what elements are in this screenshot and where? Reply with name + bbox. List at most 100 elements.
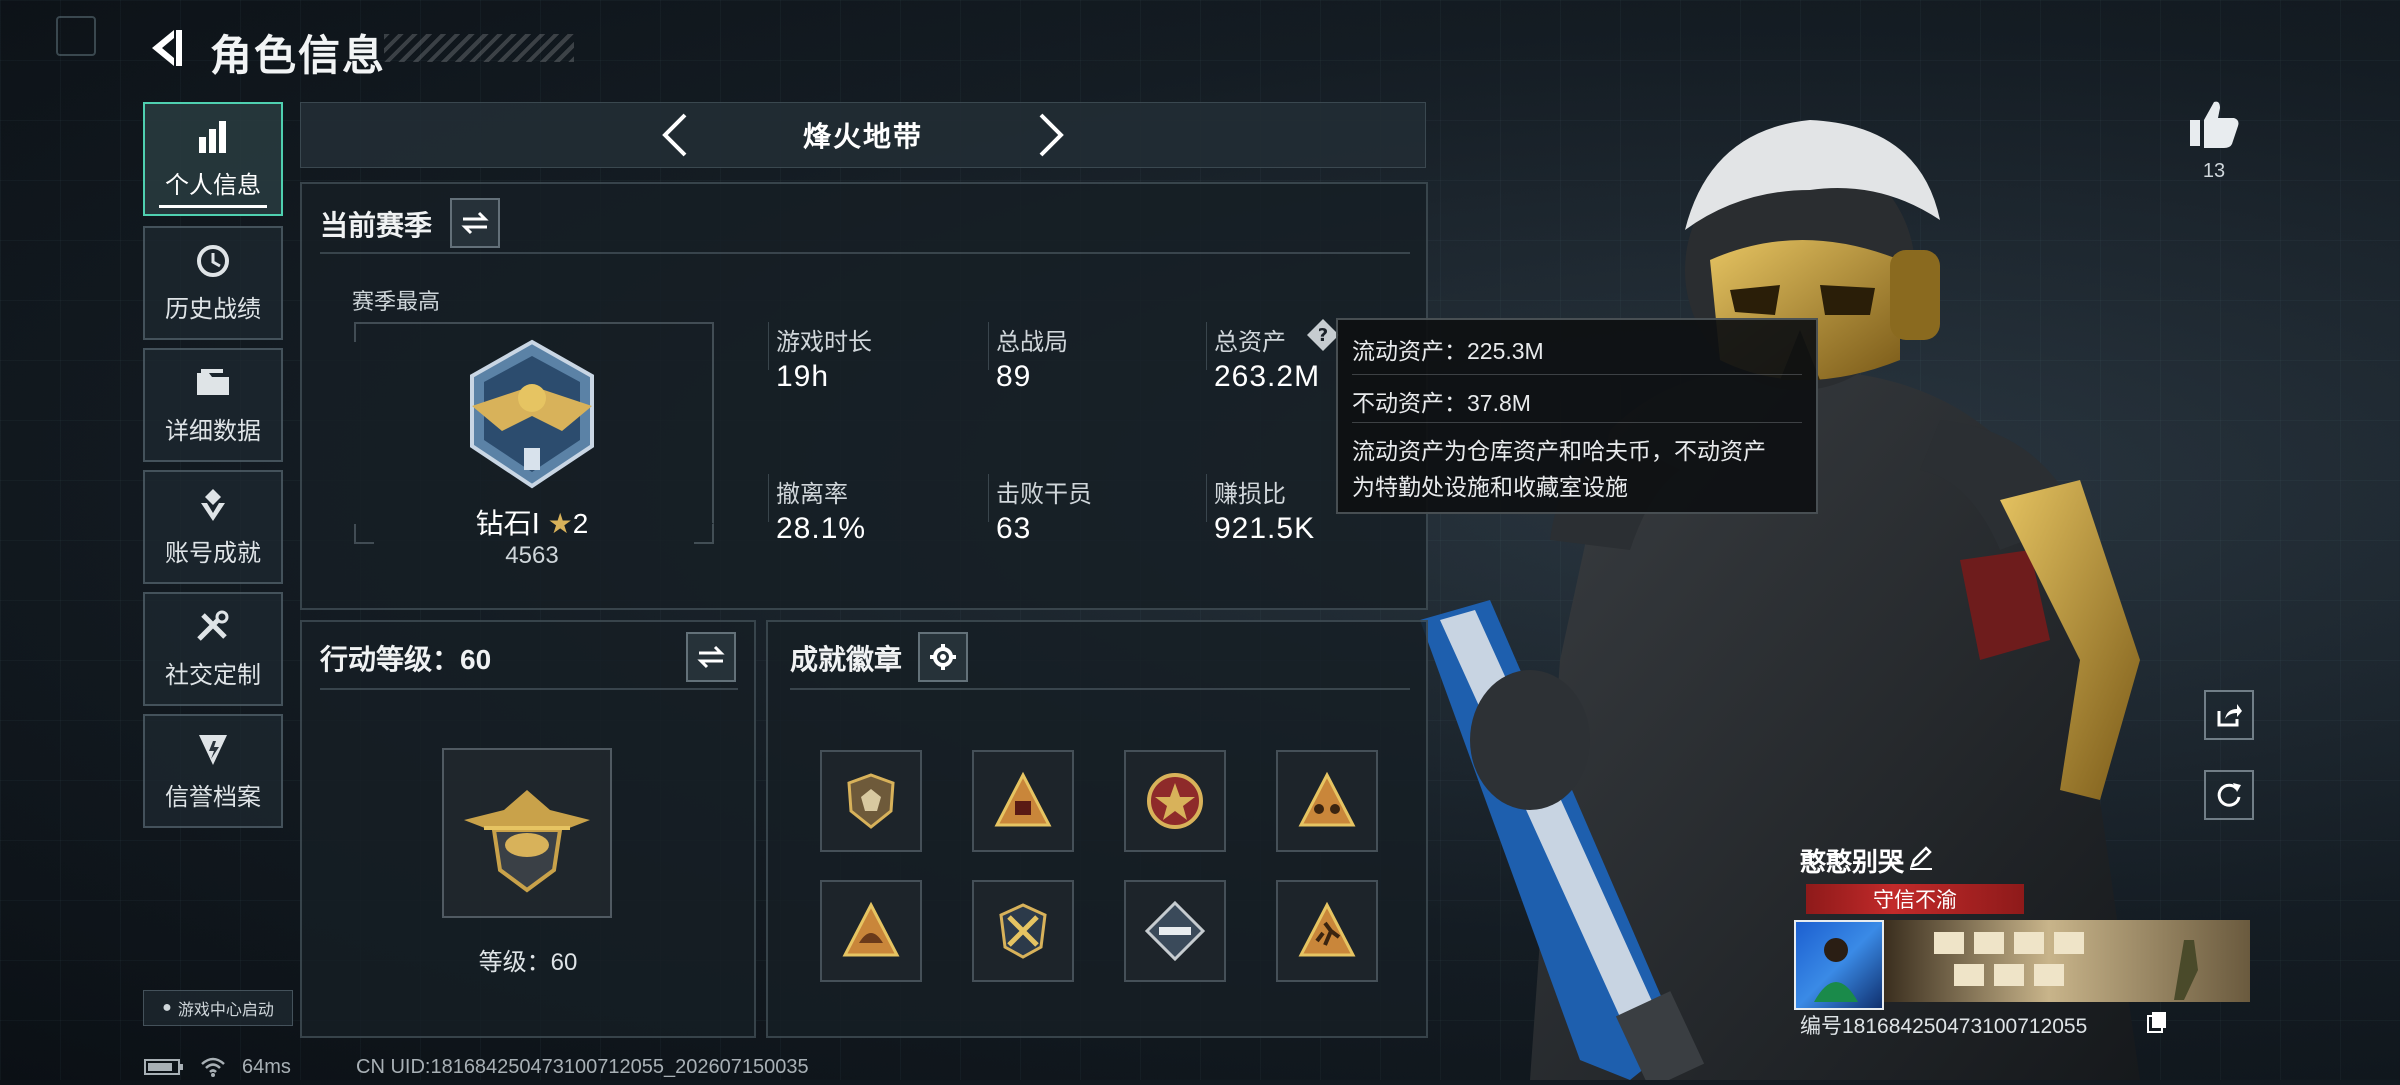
- sidebar-item-social-customization[interactable]: 社交定制: [143, 592, 283, 706]
- star-icon: ★: [547, 508, 573, 539]
- player-id: 编号1816842504731007120​55: [1800, 1015, 2088, 1038]
- helmet-triangle-badge-icon: [842, 901, 900, 957]
- share-button[interactable]: [2204, 690, 2254, 740]
- action-level-title: 行动等级：60: [320, 644, 492, 675]
- sidebar-item-label: 历史战绩: [165, 295, 261, 323]
- stat-label: 击败干员: [996, 481, 1092, 508]
- player-name: 憨憨别哭: [1800, 847, 1905, 877]
- star-medal-badge-icon: [1147, 773, 1203, 829]
- triangle-badge-icon: [994, 771, 1052, 827]
- rank-stars: 2: [572, 508, 589, 539]
- level-emblem-frame: [442, 748, 612, 918]
- avatar-figure-icon: [1814, 938, 1858, 1002]
- stat-divider: [988, 474, 989, 522]
- achievement-icon: [201, 488, 225, 521]
- sidebar-item-label: 个人信息: [165, 171, 261, 199]
- next-mode-button[interactable]: [1027, 111, 1075, 159]
- sidebar-item-label: 信誉档案: [165, 783, 261, 811]
- profile-banner: [1884, 920, 2250, 1002]
- stat-label: 总战局: [996, 329, 1068, 356]
- stat-divider: [1206, 474, 1207, 522]
- swap-icon: [461, 211, 489, 235]
- stat-divider: [1206, 322, 1207, 370]
- avatar[interactable]: [1794, 920, 1884, 1010]
- prev-mode-button[interactable]: [651, 111, 699, 159]
- mode-selector: 烽火地带: [300, 102, 1426, 168]
- sidebar-item-personal-info[interactable]: 个人信息: [143, 102, 283, 216]
- qq-icon: ●: [162, 999, 172, 1016]
- season-best-label: 赛季最高: [352, 289, 441, 314]
- stat-divider: [988, 322, 989, 370]
- stat-label: 总资产: [1214, 329, 1286, 356]
- stat-value: 28.1%: [776, 512, 867, 545]
- pencil-icon: [1910, 846, 1932, 870]
- like-button[interactable]: [2186, 96, 2242, 152]
- sidebar-item-match-history[interactable]: 历史战绩: [143, 226, 283, 340]
- season-switch-button[interactable]: [450, 198, 500, 248]
- achievement-badge[interactable]: [820, 880, 922, 982]
- achievement-badge[interactable]: [1124, 880, 1226, 982]
- achievement-badge[interactable]: [972, 880, 1074, 982]
- back-arrow-icon: [152, 30, 182, 66]
- refresh-button[interactable]: [2204, 770, 2254, 820]
- stat-value: 19h: [776, 360, 830, 393]
- game-center-label: 游戏中心启动: [177, 1002, 274, 1019]
- divider: [1352, 422, 1802, 423]
- mode-name: 烽火地带: [802, 121, 923, 152]
- ping-text: 64ms: [242, 1056, 291, 1078]
- asset-tooltip: 流动资产：225.3M 不动资产：37.8M 流动资产为仓库资产和哈夫币，不动资…: [1336, 318, 1818, 514]
- sidebar-item-label: 详细数据: [165, 417, 261, 445]
- help-diamond-icon: ?: [1307, 319, 1339, 351]
- missile-diamond-badge-icon: [1145, 901, 1205, 961]
- chevron-left-icon: [662, 113, 687, 157]
- history-icon: [197, 244, 229, 277]
- season-title: 当前赛季: [320, 210, 433, 241]
- achievement-badge[interactable]: [1276, 750, 1378, 852]
- copy-icon: [2147, 1012, 2166, 1033]
- asset-help-button[interactable]: ?: [1306, 318, 1340, 352]
- runner-triangle-badge-icon: [1298, 901, 1356, 957]
- sidebar-item-detailed-data[interactable]: 详细数据: [143, 348, 283, 462]
- achievement-badge[interactable]: [1124, 750, 1226, 852]
- tooltip-desc-line2: 为特勤处设施和收藏室设施: [1352, 474, 1628, 500]
- rank-name: 钻石Ⅰ: [475, 508, 540, 539]
- tooltip-fixed-assets: 不动资产：37.8M: [1352, 390, 1531, 416]
- sidebar-item-label: 账号成就: [165, 539, 261, 567]
- achievements-title: 成就徽章: [790, 644, 903, 675]
- chevron-right-icon: [1039, 113, 1064, 157]
- action-level-switch-button[interactable]: [686, 632, 736, 682]
- level-text: 等级：60: [478, 949, 578, 976]
- stat-value: 263.2M: [1214, 360, 1321, 393]
- reputation-icon: [199, 734, 227, 765]
- battery-icon: [144, 1058, 184, 1076]
- edit-name-button[interactable]: [1908, 844, 1938, 874]
- achievement-badge[interactable]: [1276, 880, 1378, 982]
- tooltip-liquid-assets: 流动资产：225.3M: [1352, 338, 1544, 364]
- divider: [320, 252, 1410, 254]
- team-triangle-badge-icon: [1298, 771, 1356, 827]
- title-decoration: [384, 34, 574, 62]
- achievements-settings-button[interactable]: [918, 632, 968, 682]
- helicopter-emblem-icon: [464, 790, 590, 893]
- stat-divider: [768, 474, 769, 522]
- stat-label: 赚损比: [1214, 481, 1286, 508]
- divider: [790, 688, 1410, 690]
- sidebar-item-account-achievements[interactable]: 账号成就: [143, 470, 283, 584]
- game-center-launch-button[interactable]: ● 游戏中心启动: [143, 990, 293, 1026]
- stat-value: 63: [996, 512, 1032, 545]
- achievement-badge[interactable]: [972, 750, 1074, 852]
- copy-id-button[interactable]: [2146, 1010, 2170, 1034]
- gear-icon: [930, 644, 956, 670]
- back-button[interactable]: [140, 22, 192, 74]
- page-title: 角色信息: [210, 32, 387, 79]
- share-icon: [2217, 704, 2242, 727]
- sidebar-item-reputation[interactable]: 信誉档案: [143, 714, 283, 828]
- stat-value: 921.5K: [1214, 512, 1316, 545]
- title-badge: 守信不渝: [1806, 884, 2024, 914]
- crossed-weapons-badge-icon: [999, 903, 1047, 959]
- season-panel: 当前赛季 赛季最高 钻石Ⅰ ★2 4563 游戏时长 19h 总战局 89 总资…: [300, 182, 1428, 610]
- achievements-panel: 成就徽章: [766, 620, 1428, 1038]
- sidebar-item-label: 社交定制: [165, 661, 261, 689]
- stat-label: 撤离率: [776, 481, 848, 508]
- achievement-badge[interactable]: [820, 750, 922, 852]
